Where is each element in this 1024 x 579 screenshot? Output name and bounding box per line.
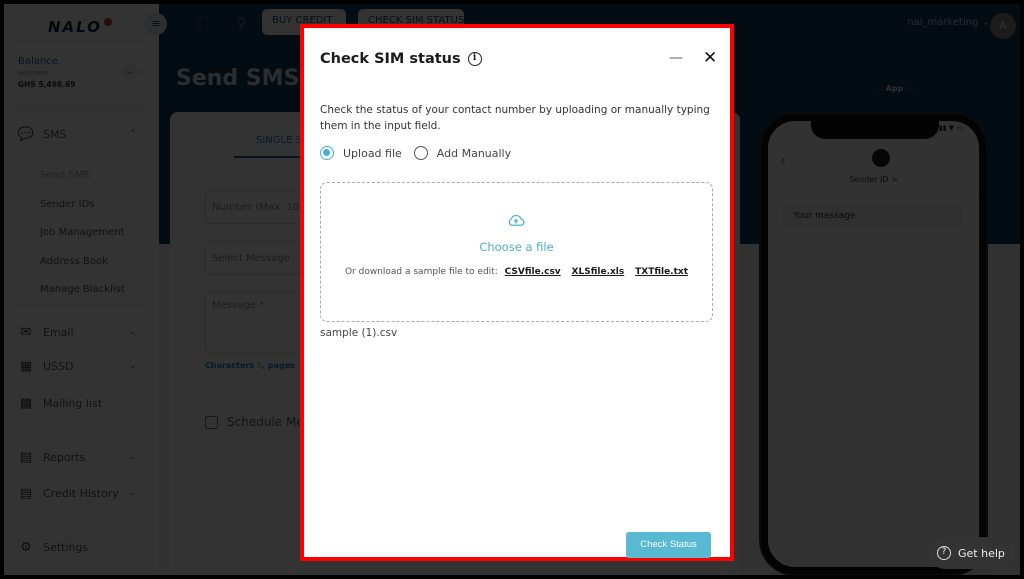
- modal-title: Check SIM status i: [320, 51, 482, 67]
- radio-add-manually-label[interactable]: Add Manually: [437, 147, 511, 160]
- app-screen: NALO Balance SMS CREDIT GHS 5,498.69 ⌄ 💬…: [4, 4, 1020, 575]
- sample-files-label: Or download a sample file to edit:: [344, 267, 498, 277]
- close-button[interactable]: ✕: [703, 48, 717, 68]
- modal-title-text: Check SIM status: [320, 51, 461, 67]
- file-dropzone[interactable]: Choose a file Or download a sample file …: [320, 182, 713, 322]
- sample-files-row: Or download a sample file to edit: CSVfi…: [321, 267, 712, 277]
- info-icon[interactable]: i: [467, 52, 482, 66]
- input-method-radio-group: Upload file Add Manually: [320, 146, 523, 160]
- help-icon: ?: [937, 546, 951, 560]
- sample-csv-link[interactable]: CSVfile.csv: [505, 267, 561, 277]
- check-status-button[interactable]: Check Status: [626, 532, 711, 558]
- radio-upload-file[interactable]: [320, 146, 334, 160]
- check-sim-status-modal: Check SIM status i — ✕ Check the status …: [300, 24, 734, 561]
- uploaded-filename: sample (1).csv: [320, 327, 398, 339]
- radio-add-manually[interactable]: [413, 146, 428, 160]
- modal-description: Check the status of your contact number …: [320, 104, 710, 132]
- radio-upload-file-label[interactable]: Upload file: [343, 147, 402, 160]
- get-help-button[interactable]: ? Get help: [929, 537, 1015, 569]
- get-help-label: Get help: [958, 546, 1005, 560]
- cloud-upload-icon: [508, 214, 525, 226]
- sample-txt-link[interactable]: TXTfile.txt: [635, 267, 688, 277]
- choose-file-link[interactable]: Choose a file: [321, 240, 712, 254]
- sample-xls-link[interactable]: XLSfile.xls: [572, 267, 625, 277]
- minimize-button[interactable]: —: [669, 50, 683, 66]
